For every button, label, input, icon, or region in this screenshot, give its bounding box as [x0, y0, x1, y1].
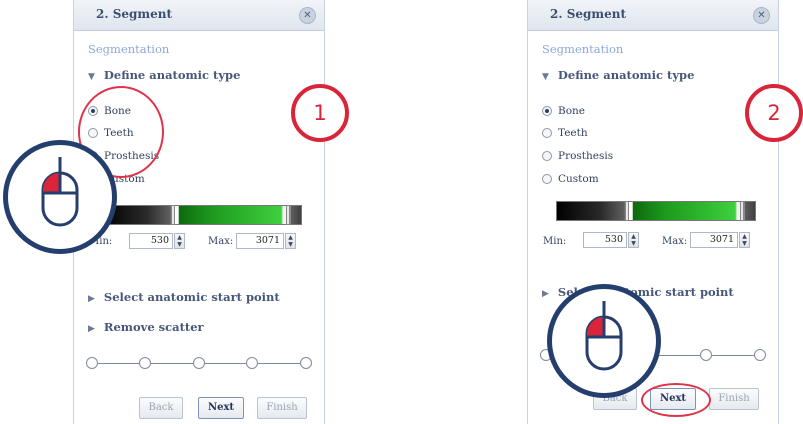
radio-dot: [542, 106, 552, 116]
expand-triangle-icon: ▶: [88, 324, 95, 334]
badge-red-corner: [86, 145, 112, 171]
max-stepper[interactable]: ▲ ▼: [285, 233, 296, 249]
radio-teeth[interactable]: Teeth: [542, 127, 588, 139]
badge-red-corner: [624, 361, 656, 393]
max-input[interactable]: 3071: [236, 233, 284, 249]
close-icon[interactable]: ✕: [753, 7, 770, 24]
slider-step[interactable]: [139, 357, 151, 369]
panel-titlebar: 2. Segment ✕: [528, 0, 778, 31]
min-handle[interactable]: [625, 201, 629, 221]
collapse-triangle-icon: ▼: [542, 72, 549, 82]
panel-titlebar: 2. Segment ✕: [74, 0, 324, 31]
expand-triangle-icon: ▶: [88, 294, 95, 304]
close-icon[interactable]: ✕: [299, 7, 316, 24]
max-label: Max:: [208, 236, 234, 247]
back-button[interactable]: Back: [139, 397, 183, 419]
step-slider[interactable]: [86, 357, 312, 371]
remove-scatter-header[interactable]: ▶ Remove scatter: [88, 320, 204, 334]
expand-triangle-icon: ▶: [542, 289, 549, 299]
radio-bone[interactable]: Bone: [542, 105, 585, 117]
min-stepper[interactable]: ▲ ▼: [174, 233, 185, 249]
threshold-gradient[interactable]: [102, 205, 302, 225]
max-input[interactable]: 3071: [690, 232, 738, 248]
min-label: Min:: [543, 236, 567, 247]
max-handle[interactable]: [286, 205, 290, 225]
mouse-left-click-badge: [547, 284, 661, 398]
step-number-badge: 2: [745, 84, 803, 142]
slider-step[interactable]: [700, 349, 712, 361]
define-anatomic-type-header[interactable]: ▼ Define anatomic type: [88, 68, 240, 82]
min-handle[interactable]: [171, 205, 175, 225]
step-number-badge: 1: [291, 84, 349, 142]
slider-step[interactable]: [300, 357, 312, 369]
finish-button[interactable]: Finish: [257, 397, 307, 419]
panel-title: 2. Segment: [550, 7, 626, 21]
segmentation-label: Segmentation: [88, 42, 170, 56]
slider-step[interactable]: [754, 349, 766, 361]
threshold-gradient[interactable]: [556, 201, 756, 221]
finish-button[interactable]: Finish: [709, 388, 759, 410]
radio-custom[interactable]: Custom: [542, 173, 599, 185]
mouse-left-click-badge: [3, 140, 117, 254]
panel-title: 2. Segment: [96, 7, 172, 21]
start-point-header[interactable]: ▶ Select anatomic start point: [88, 290, 280, 304]
radio-dot: [542, 151, 552, 161]
next-button[interactable]: Next: [198, 397, 244, 419]
min-input[interactable]: 530: [583, 232, 627, 248]
radio-prosthesis[interactable]: Prosthesis: [542, 150, 613, 162]
min-stepper[interactable]: ▲ ▼: [628, 232, 639, 248]
max-handle[interactable]: [740, 201, 744, 221]
segmentation-label: Segmentation: [542, 42, 624, 56]
define-anatomic-type-header[interactable]: ▼ Define anatomic type: [542, 68, 694, 82]
min-input[interactable]: 530: [129, 233, 173, 249]
slider-step[interactable]: [86, 357, 98, 369]
max-label: Max:: [662, 236, 688, 247]
radio-dot: [542, 174, 552, 184]
slider-step[interactable]: [246, 357, 258, 369]
max-stepper[interactable]: ▲ ▼: [739, 232, 750, 248]
radio-dot: [542, 128, 552, 138]
slider-step[interactable]: [193, 357, 205, 369]
collapse-triangle-icon: ▼: [88, 72, 95, 82]
